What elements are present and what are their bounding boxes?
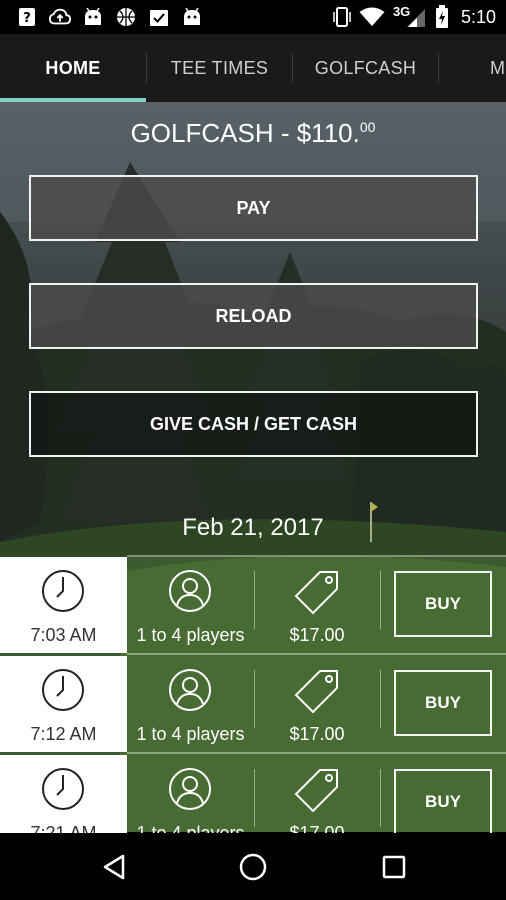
price-cell: $17.00 — [254, 656, 380, 752]
cell-divider — [380, 670, 381, 728]
players-cell: 1 to 4 players — [127, 557, 254, 653]
balance-amount: GOLFCASH - $110. — [130, 118, 360, 148]
back-icon[interactable] — [94, 847, 134, 887]
buy-button[interactable]: BUY — [394, 670, 492, 736]
players-label: 1 to 4 players — [136, 625, 245, 645]
cell-divider — [380, 571, 381, 629]
cellular-signal: 3G — [393, 4, 427, 28]
tee-time-label: 7:12 AM — [30, 724, 97, 744]
players-cell: 1 to 4 players — [127, 656, 254, 752]
tee-time-cell: 7:21 AM — [0, 755, 127, 833]
give-get-cash-button[interactable]: GIVE CASH / GET CASH — [29, 391, 478, 457]
tab-home[interactable]: HOME — [0, 34, 146, 102]
clock-icon — [42, 570, 84, 612]
cell-divider — [380, 769, 381, 827]
system-status: 3G 5:10 — [333, 4, 496, 29]
price-cell: $17.00 — [254, 557, 380, 653]
home-icon[interactable] — [233, 847, 273, 887]
tab-divider — [438, 53, 439, 83]
tee-time-label: 7:03 AM — [30, 625, 97, 645]
tee-times-date: Feb 21, 2017 — [182, 514, 324, 541]
tee-time-row[interactable]: 7:21 AM 1 to 4 players $17.00 BUY — [0, 755, 506, 833]
price-tag-icon — [294, 571, 338, 615]
clock-icon — [42, 669, 84, 711]
signal-icon — [406, 9, 425, 27]
tab-more[interactable]: M — [490, 34, 506, 102]
price-tag-icon — [294, 769, 338, 813]
battery-icon — [435, 5, 448, 28]
price-label: $17.00 — [289, 724, 345, 744]
price-cell: $17.00 — [254, 755, 380, 833]
svg-text:?: ? — [23, 11, 31, 26]
player-icon — [169, 570, 211, 612]
buy-button[interactable]: BUY — [394, 769, 492, 833]
help-box-icon: ? — [16, 7, 38, 27]
system-nav-bar — [0, 833, 506, 900]
tab-golfcash[interactable]: GOLFCASH — [293, 34, 438, 102]
clock-icon — [42, 768, 84, 810]
recents-icon[interactable] — [374, 847, 414, 887]
buy-button[interactable]: BUY — [394, 571, 492, 637]
price-label: $17.00 — [289, 625, 345, 645]
android-icon — [82, 7, 104, 27]
cloud-icon — [49, 7, 71, 27]
vibrate-icon — [333, 7, 351, 27]
tee-time-row[interactable]: 7:12 AM 1 to 4 players $17.00 BUY — [0, 656, 506, 752]
basketball-icon — [115, 7, 137, 27]
players-label: 1 to 4 players — [136, 823, 245, 833]
tee-time-label: 7:21 AM — [30, 823, 97, 833]
tab-tee-times[interactable]: TEE TIMES — [147, 34, 292, 102]
tee-time-row[interactable]: 7:03 AM 1 to 4 players $17.00 BUY — [0, 557, 506, 653]
status-bar: ? 3G 5:10 — [0, 0, 506, 34]
pay-button[interactable]: PAY — [29, 175, 478, 241]
notification-icons: ? — [16, 7, 203, 27]
price-tag-icon — [294, 670, 338, 714]
row-divider — [127, 653, 506, 655]
balance-cents: 00 — [359, 119, 376, 135]
tab-bar: HOME TEE TIMES GOLFCASH M — [0, 34, 506, 102]
players-cell: 1 to 4 players — [127, 755, 254, 833]
wifi-icon — [359, 7, 385, 26]
tee-time-cell: 7:03 AM — [0, 557, 127, 653]
player-icon — [169, 669, 211, 711]
player-icon — [169, 768, 211, 810]
check-clipboard-icon — [148, 7, 170, 27]
reload-button[interactable]: RELOAD — [29, 283, 478, 349]
android-icon — [181, 7, 203, 27]
row-divider — [127, 752, 506, 754]
tee-time-cell: 7:12 AM — [0, 656, 127, 752]
golfcash-balance: GOLFCASH - $110.00 — [0, 118, 506, 149]
price-label: $17.00 — [289, 823, 345, 833]
players-label: 1 to 4 players — [136, 724, 245, 744]
clock-time: 5:10 — [460, 6, 496, 27]
